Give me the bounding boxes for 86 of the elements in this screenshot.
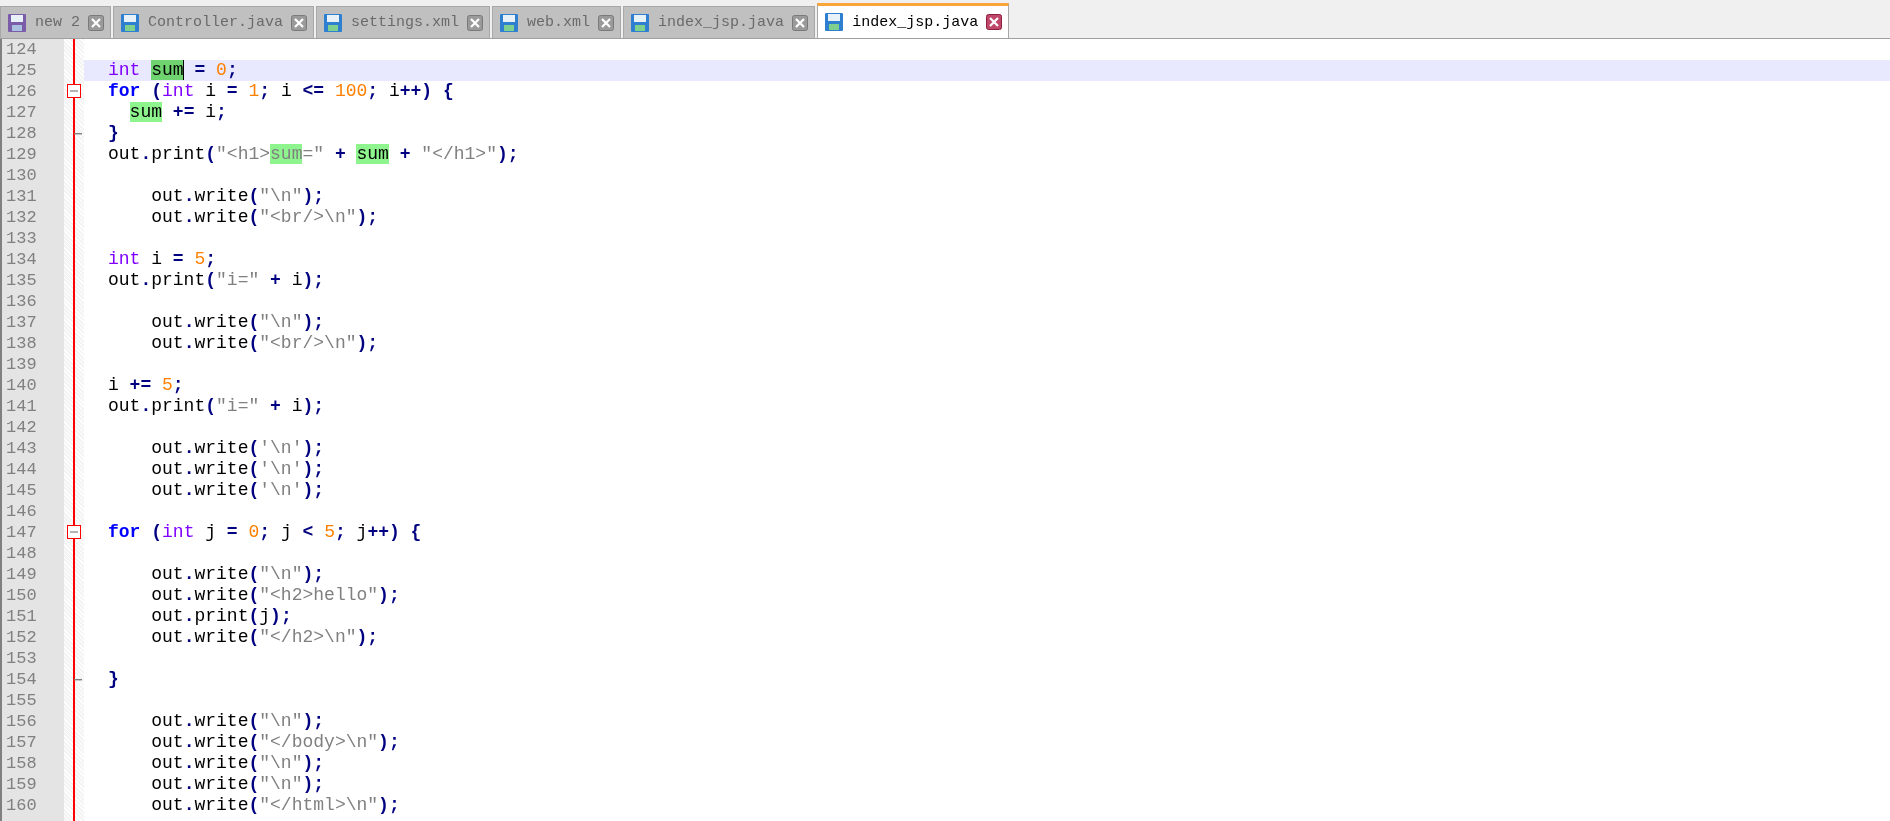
- tab-label: settings.xml: [351, 14, 460, 31]
- code-line: out.write("\n");: [150, 312, 325, 333]
- line-number: 154: [5, 669, 38, 690]
- line-number: 157: [5, 732, 38, 753]
- code-line: out.write("\n");: [150, 753, 325, 774]
- file-tab[interactable]: web.xml: [492, 6, 622, 38]
- line-number: 135: [5, 270, 38, 291]
- line-number: 136: [5, 291, 38, 312]
- file-tab[interactable]: index_jsp.java: [623, 6, 816, 38]
- tab-label: Controller.java: [148, 14, 284, 31]
- code-line: out.write('\n');: [150, 459, 325, 480]
- line-number: 130: [5, 165, 38, 186]
- code-line: for (int i = 1; i <= 100; i++) {: [108, 81, 454, 102]
- tab-label: new 2: [35, 14, 80, 31]
- line-number: 146: [5, 501, 38, 522]
- fold-end-mark: [74, 679, 82, 681]
- code-line: out.write("</h2>\n");: [150, 627, 379, 648]
- code-line: out.write("\n");: [150, 186, 325, 207]
- line-number: 158: [5, 753, 38, 774]
- line-number: 152: [5, 627, 38, 648]
- code-line: out.write("</body>\n");: [150, 732, 400, 753]
- code-line: }: [108, 123, 119, 144]
- line-number: 160: [5, 795, 38, 816]
- line-number: 159: [5, 774, 38, 795]
- line-number: 139: [5, 354, 38, 375]
- collapse-icon[interactable]: [67, 84, 81, 98]
- file-tab[interactable]: settings.xml: [316, 6, 491, 38]
- line-number: 151: [5, 606, 38, 627]
- line-number: 138: [5, 333, 38, 354]
- code-line: i += 5;: [108, 375, 184, 396]
- close-icon[interactable]: [88, 14, 104, 31]
- code-line: sum += i;: [128, 102, 227, 123]
- fold-end-mark: [74, 133, 82, 135]
- line-number: 132: [5, 207, 38, 228]
- line-number: 145: [5, 480, 38, 501]
- code-line: out.write("\n");: [150, 711, 325, 732]
- code-line: int i = 5;: [108, 249, 217, 270]
- code-line: out.write("<br/>\n");: [150, 333, 379, 354]
- tab-label: index_jsp.java: [658, 14, 785, 31]
- code-line: out.write("</html>\n");: [150, 795, 400, 816]
- collapse-icon[interactable]: [67, 525, 81, 539]
- close-icon[interactable]: [467, 14, 484, 31]
- close-icon[interactable]: [291, 14, 308, 31]
- line-number: 149: [5, 564, 38, 585]
- line-number: 134: [5, 249, 38, 270]
- code-line: int sum = 0;: [108, 60, 238, 81]
- line-number: 144: [5, 459, 38, 480]
- close-icon[interactable]: [986, 14, 1003, 30]
- line-number: 148: [5, 543, 38, 564]
- line-number: 124: [5, 39, 38, 60]
- code-line: out.write("\n");: [150, 774, 325, 795]
- code-line: out.write('\n');: [150, 480, 325, 501]
- code-line: for (int j = 0; j < 5; j++) {: [108, 522, 422, 543]
- line-number: 150: [5, 585, 38, 606]
- line-number: 153: [5, 648, 38, 669]
- code-line: out.write("\n");: [150, 564, 325, 585]
- file-tab[interactable]: Controller.java: [113, 6, 315, 38]
- file-tab[interactable]: new 2: [0, 6, 111, 38]
- close-icon[interactable]: [598, 14, 615, 31]
- code-line: out.print("<h1>sum=" + sum + "</h1>");: [108, 144, 519, 165]
- line-number: 125: [5, 60, 38, 81]
- line-number: 137: [5, 312, 38, 333]
- code-line: out.write("<h2>hello");: [150, 585, 400, 606]
- line-number: 143: [5, 438, 38, 459]
- line-number: 140: [5, 375, 38, 396]
- line-number: 133: [5, 228, 38, 249]
- line-number: 126: [5, 81, 38, 102]
- tab-label: web.xml: [527, 14, 591, 31]
- line-number: 155: [5, 690, 38, 711]
- line-number: 129: [5, 144, 38, 165]
- line-number: 147: [5, 522, 38, 543]
- code-line: out.print(j);: [150, 606, 292, 627]
- code-line: out.print("i=" + i);: [108, 270, 325, 291]
- code-line: out.print("i=" + i);: [108, 396, 325, 417]
- code-line: out.write("<br/>\n");: [150, 207, 379, 228]
- code-line: out.write('\n');: [150, 438, 325, 459]
- line-number: 128: [5, 123, 38, 144]
- tab-label: index_jsp.java: [852, 13, 979, 31]
- file-tab[interactable]: index_jsp.java: [817, 3, 1010, 38]
- line-number: 127: [5, 102, 38, 123]
- line-number: 142: [5, 417, 38, 438]
- line-number: 141: [5, 396, 38, 417]
- close-icon[interactable]: [792, 14, 809, 31]
- code-line: }: [108, 669, 119, 690]
- line-number: 131: [5, 186, 38, 207]
- line-number: 156: [5, 711, 38, 732]
